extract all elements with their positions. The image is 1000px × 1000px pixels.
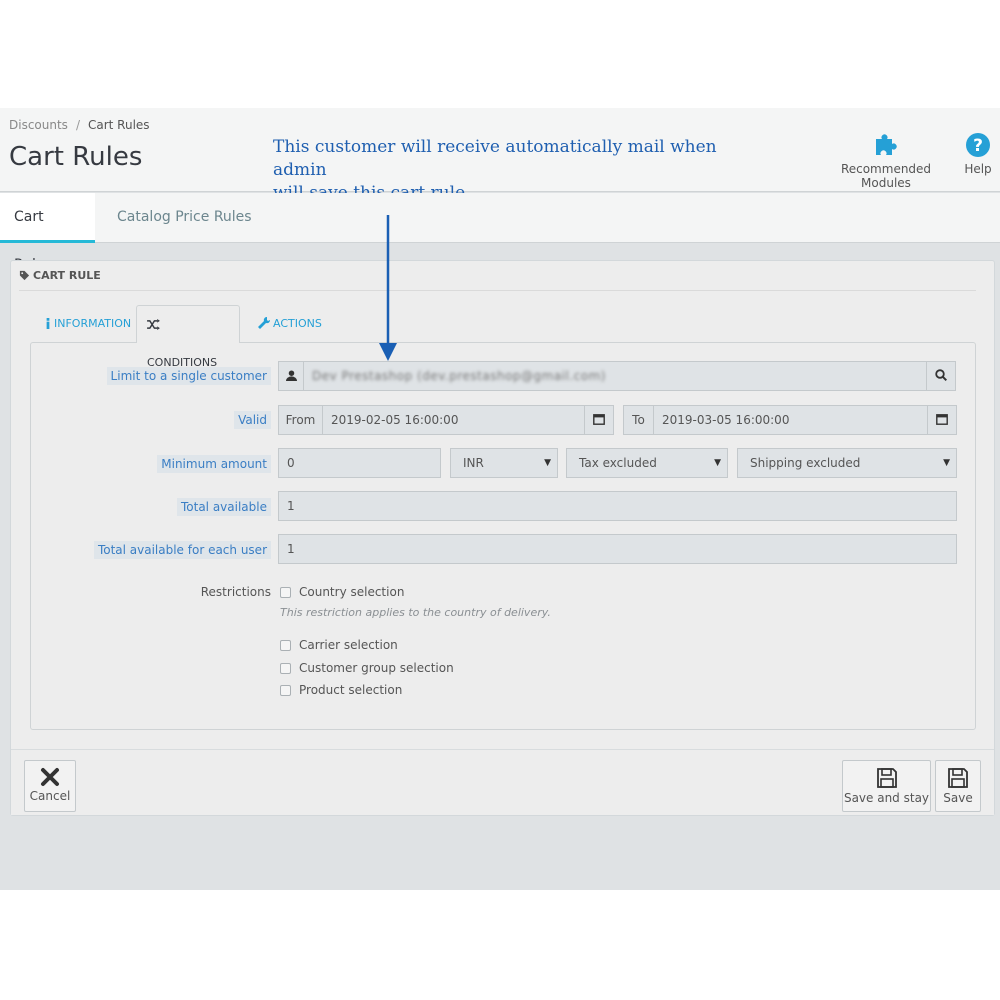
- close-icon: [41, 768, 59, 786]
- help-label: Help: [964, 162, 992, 176]
- tab-cart-rules[interactable]: Cart Rules: [0, 193, 95, 273]
- shipping-select[interactable]: Shipping excluded ▼: [737, 448, 957, 478]
- customer-group-label: Customer group selection: [299, 661, 454, 675]
- tab-information[interactable]: INFORMATION: [35, 305, 141, 343]
- customer-group-checkbox[interactable]: [280, 663, 291, 674]
- valid-from-input[interactable]: 2019-02-05 16:00:00: [322, 405, 585, 435]
- customer-value: Dev Prestashop (dev.prestashop@gmail.com…: [312, 369, 606, 383]
- page-header: Discounts / Cart Rules Cart Rules This cus…: [0, 108, 1000, 203]
- breadcrumb-current: Cart Rules: [87, 118, 150, 132]
- shipping-value: Shipping excluded: [750, 456, 861, 470]
- country-checkbox[interactable]: [280, 587, 291, 598]
- panel-footer: Cancel Save and stay Save: [11, 749, 994, 815]
- country-help-text: This restriction applies to the country …: [280, 606, 551, 619]
- tab-catalog-price-rules[interactable]: Catalog Price Rules: [103, 193, 266, 243]
- to-calendar-button[interactable]: [927, 405, 957, 435]
- country-restriction-row[interactable]: Country selection: [280, 584, 404, 602]
- page-tabs: Cart Rules Catalog Price Rules: [0, 193, 1000, 273]
- wrench-icon: [258, 316, 271, 329]
- user-icon: [285, 370, 297, 381]
- help-icon: ?: [966, 133, 990, 157]
- conditions-form: Limit to a single customer Dev Prestasho…: [30, 342, 976, 730]
- total-available-label: Total available: [176, 498, 271, 516]
- panel-heading-label: CART RULE: [33, 269, 101, 282]
- recommended-modules-label: Recommended Modules: [840, 162, 932, 190]
- help-button[interactable]: ? Help: [960, 132, 996, 176]
- customer-search-button[interactable]: [926, 361, 956, 391]
- caret-down-icon: ▼: [943, 458, 950, 468]
- valid-label: Valid: [234, 411, 271, 429]
- product-restriction-row[interactable]: Product selection: [280, 682, 402, 700]
- from-calendar-button[interactable]: [584, 405, 614, 435]
- caret-down-icon: ▼: [544, 458, 551, 468]
- customer-group-restriction-row[interactable]: Customer group selection: [280, 660, 454, 678]
- save-and-stay-button[interactable]: Save and stay: [842, 760, 931, 812]
- cancel-label: Cancel: [29, 789, 71, 803]
- total-available-input[interactable]: 1: [278, 491, 957, 521]
- total-per-user-label: Total available for each user: [93, 541, 271, 559]
- calendar-icon: [593, 414, 605, 425]
- tax-select[interactable]: Tax excluded ▼: [566, 448, 728, 478]
- to-addon: To: [623, 405, 654, 435]
- from-addon: From: [278, 405, 323, 435]
- tab-actions-label: ACTIONS: [273, 317, 322, 330]
- product-checkbox[interactable]: [280, 685, 291, 696]
- currency-select[interactable]: INR ▼: [450, 448, 558, 478]
- product-label: Product selection: [299, 683, 403, 697]
- tab-conditions[interactable]: CONDITIONS: [136, 305, 240, 369]
- admin-app: Discounts / Cart Rules Cart Rules This cus…: [0, 108, 1000, 890]
- search-icon: [935, 369, 948, 382]
- minimum-amount-label: Minimum amount: [157, 455, 271, 473]
- valid-to-input[interactable]: 2019-03-05 16:00:00: [653, 405, 928, 435]
- tag-icon: [19, 270, 30, 281]
- panel-heading: CART RULE: [19, 267, 976, 291]
- puzzle-icon: [876, 134, 897, 155]
- annotation-arrow: [379, 215, 397, 361]
- page-title: Cart Rules: [9, 142, 143, 172]
- recommended-modules-button[interactable]: Recommended Modules: [815, 132, 957, 190]
- save-label: Save: [943, 791, 973, 805]
- svg-text:?: ?: [973, 136, 983, 156]
- total-per-user-input[interactable]: 1: [278, 534, 957, 564]
- save-button[interactable]: Save: [935, 760, 981, 812]
- breadcrumb: Discounts / Cart Rules: [9, 118, 150, 132]
- caret-down-icon: ▼: [714, 458, 721, 468]
- customer-addon: [278, 361, 304, 391]
- breadcrumb-separator: /: [75, 118, 80, 132]
- shuffle-icon: [147, 319, 160, 330]
- tab-actions[interactable]: ACTIONS: [248, 305, 332, 343]
- tax-value: Tax excluded: [579, 456, 657, 470]
- save-icon: [948, 768, 968, 788]
- country-label: Country selection: [299, 585, 405, 599]
- tab-conditions-label: CONDITIONS: [147, 356, 218, 369]
- calendar-icon: [936, 414, 948, 425]
- tab-information-label: INFORMATION: [54, 317, 132, 330]
- info-icon: [46, 318, 50, 329]
- annotation-line-1: This customer will receive automatically…: [273, 137, 717, 180]
- carrier-restriction-row[interactable]: Carrier selection: [280, 637, 398, 655]
- currency-value: INR: [463, 456, 484, 470]
- carrier-label: Carrier selection: [299, 638, 398, 652]
- customer-search-input[interactable]: Dev Prestashop (dev.prestashop@gmail.com…: [303, 361, 927, 391]
- carrier-checkbox[interactable]: [280, 640, 291, 651]
- minimum-amount-input[interactable]: 0: [278, 448, 441, 478]
- cart-rule-panel: CART RULE INFORMATION CONDITIONS ACTIONS…: [10, 260, 995, 816]
- save-and-stay-label: Save and stay: [843, 791, 930, 805]
- restrictions-label: Restrictions: [200, 585, 271, 599]
- breadcrumb-discounts[interactable]: Discounts: [9, 118, 68, 132]
- save-icon: [876, 768, 897, 788]
- cancel-button[interactable]: Cancel: [24, 760, 76, 812]
